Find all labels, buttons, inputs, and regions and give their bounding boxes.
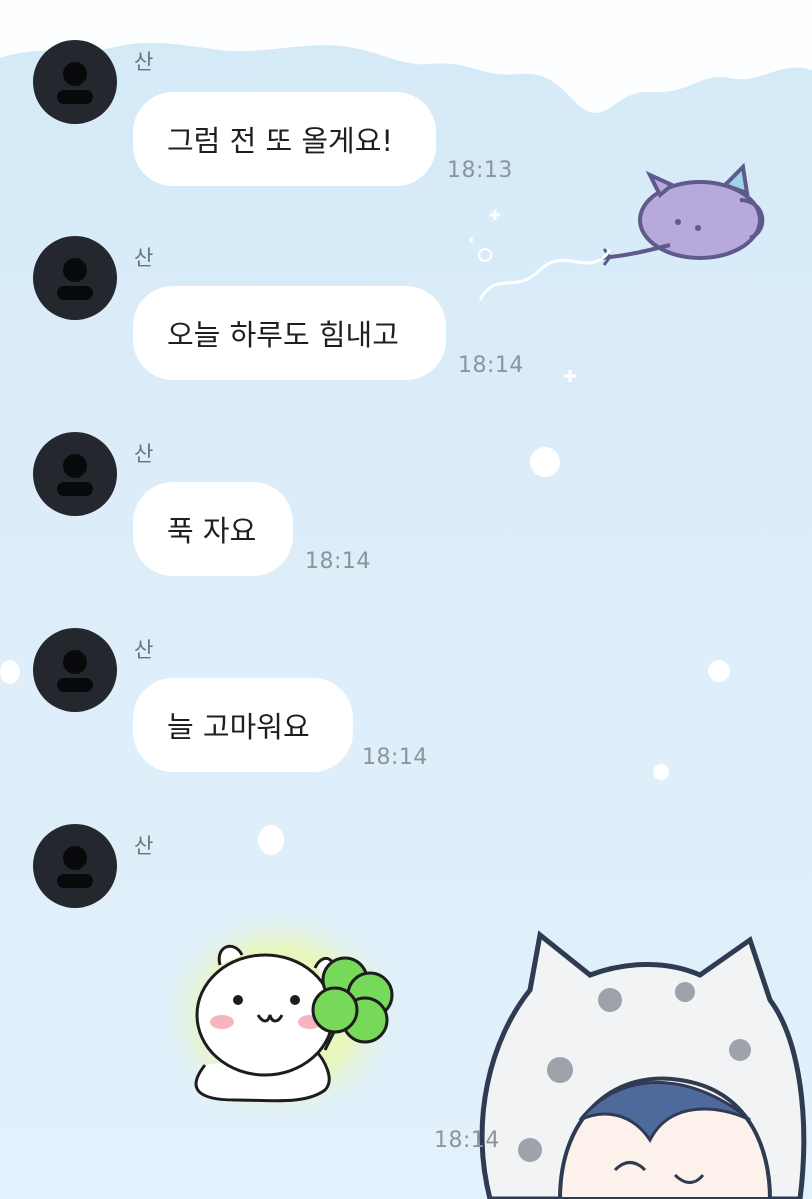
sender-name: 산: [134, 246, 154, 270]
avatar[interactable]: [33, 432, 117, 516]
snowball-decoration: [258, 825, 284, 855]
sender-name: 산: [134, 834, 154, 858]
snowball-decoration: [530, 447, 560, 477]
avatar[interactable]: [33, 40, 117, 124]
sender-name: 산: [134, 638, 154, 662]
message-time: 18:14: [434, 1128, 500, 1153]
avatar[interactable]: [33, 236, 117, 320]
message-bubble[interactable]: 늘 고마워요: [133, 678, 353, 772]
avatar[interactable]: [33, 824, 117, 908]
default-profile-icon: [57, 846, 93, 888]
message-time: 18:13: [447, 158, 513, 183]
snowball-decoration: [708, 660, 730, 682]
message-bubble[interactable]: 오늘 하루도 힘내고: [133, 286, 446, 380]
hamster-with-clover-sticker[interactable]: [150, 890, 410, 1130]
message-time: 18:14: [458, 353, 524, 378]
sender-name: 산: [134, 50, 154, 74]
default-profile-icon: [57, 258, 93, 300]
sender-name: 산: [134, 442, 154, 466]
snowball-decoration: [653, 764, 669, 780]
hooded-character-illustration: [479, 930, 807, 1199]
message-time: 18:14: [362, 745, 428, 770]
avatar[interactable]: [33, 628, 117, 712]
default-profile-icon: [57, 650, 93, 692]
default-profile-icon: [57, 454, 93, 496]
message-time: 18:14: [305, 549, 371, 574]
message-bubble[interactable]: 푹 자요: [133, 482, 293, 576]
default-profile-icon: [57, 62, 93, 104]
message-bubble[interactable]: 그럼 전 또 올게요!: [133, 92, 436, 186]
snowball-decoration: [0, 660, 20, 684]
